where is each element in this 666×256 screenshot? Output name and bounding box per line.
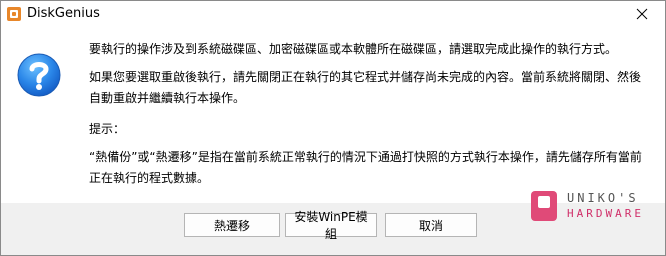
- close-button[interactable]: [619, 1, 665, 27]
- cancel-button[interactable]: 取消: [385, 213, 477, 237]
- install-winpe-button[interactable]: 安裝WinPE模組: [285, 210, 377, 241]
- app-icon: [7, 7, 21, 21]
- dialog-content: 要執行的操作涉及到系統磁碟區、加密磁碟區或本軟體所在磁碟區，請選取完成此操作的執…: [1, 27, 665, 203]
- watermark-line2: HARDWARE: [567, 207, 644, 220]
- watermark: UNIKO'S HARDWARE: [531, 183, 661, 227]
- message-tip-label: 提示：: [89, 122, 126, 136]
- close-icon: [636, 8, 648, 20]
- message-main: 要執行的操作涉及到系統磁碟區、加密磁碟區或本軟體所在磁碟區，請選取完成此操作的執…: [89, 42, 618, 56]
- message-restart-info: 如果您要選取重啟後執行，請先關閉正在執行的其它程式并儲存尚未完成的內容。當前系統…: [89, 70, 642, 105]
- title-bar[interactable]: DiskGenius: [1, 1, 665, 27]
- dialog-window: DiskGenius 要執行的操作涉及到系統磁碟區、加密磁碟區或本軟體所在磁碟區…: [0, 0, 666, 256]
- window-title: DiskGenius: [27, 6, 100, 21]
- watermark-line1: UNIKO'S: [567, 191, 639, 205]
- hot-migrate-button[interactable]: 熱遷移: [184, 213, 280, 237]
- question-icon: [17, 53, 61, 97]
- watermark-logo: [531, 191, 557, 221]
